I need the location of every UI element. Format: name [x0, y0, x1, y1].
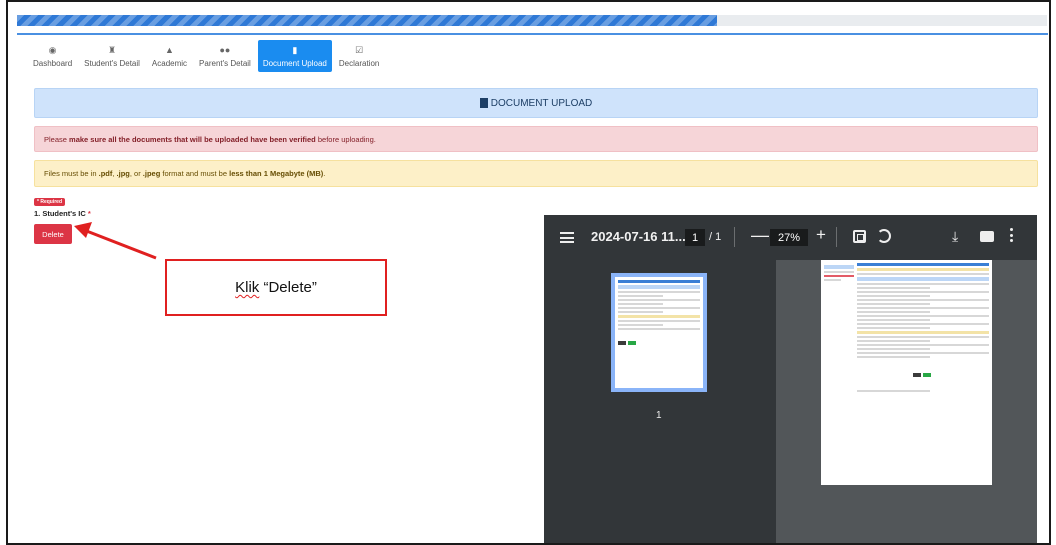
graduation-cap-icon: ▲ — [165, 44, 174, 55]
zoom-input[interactable]: 27% — [770, 229, 808, 246]
file-icon: ▮ — [292, 44, 298, 55]
thumbnail-page-number: 1 — [656, 410, 662, 421]
file-format-alert: Files must be in .pdf, .jpg, or .jpeg fo… — [34, 160, 1038, 187]
step-tabs: ◉ Dashboard ♜ Student's Detail ▲ Academi… — [28, 40, 384, 74]
rotate-icon[interactable] — [877, 229, 891, 243]
field-label-text: 1. Student's IC — [34, 209, 86, 218]
download-icon[interactable]: ⤓ — [952, 228, 958, 245]
tab-dashboard[interactable]: ◉ Dashboard — [28, 40, 77, 72]
annotation-callout: Klik “Delete” — [165, 259, 387, 316]
zoom-out-button[interactable]: — — [751, 225, 769, 246]
tab-label: Student's Detail — [84, 58, 140, 68]
toolbar-divider — [836, 227, 837, 247]
section-title-text: DOCUMENT UPLOAD — [490, 97, 593, 109]
toolbar-divider — [734, 227, 735, 247]
document-icon — [479, 98, 488, 108]
progress-bar — [17, 15, 1047, 26]
zoom-in-button[interactable]: + — [816, 225, 826, 245]
progress-bar-fill — [17, 15, 718, 26]
tab-document-upload[interactable]: ▮ Document Upload — [257, 40, 332, 72]
alert-emphasis: make sure all the documents that will be… — [69, 134, 316, 144]
section-title: DOCUMENT UPLOAD — [34, 88, 1038, 118]
print-icon[interactable] — [980, 231, 994, 242]
field-label: 1. Student's IC * — [34, 209, 91, 218]
delete-button[interactable]: Delete — [34, 224, 72, 244]
alert-emphasis: .pdf — [98, 169, 113, 178]
pdf-toolbar: 2024-07-16 11... 1 / 1 — 27% + ⤓ — [544, 215, 1037, 260]
tab-label: Declaration — [338, 58, 380, 68]
menu-icon[interactable] — [560, 232, 574, 243]
alert-text: . — [323, 169, 326, 178]
alert-text: , or — [129, 169, 143, 178]
page-thumbnail[interactable] — [611, 273, 707, 392]
alert-text: Files must be in — [44, 169, 99, 178]
pdf-title: 2024-07-16 11... — [591, 229, 686, 244]
pdf-viewer: 2024-07-16 11... 1 / 1 — 27% + ⤓ 1 — [544, 215, 1037, 543]
scrollbar[interactable] — [1050, 33, 1051, 545]
alert-text: format and must be — [160, 169, 230, 178]
required-badge: * Required — [34, 198, 66, 206]
tab-parents-detail[interactable]: ●● Parent's Detail — [194, 40, 256, 72]
student-icon: ♜ — [107, 44, 117, 55]
pdf-page — [821, 260, 992, 485]
page-number-input[interactable]: 1 — [685, 229, 705, 246]
tab-label: Dashboard — [33, 58, 73, 68]
tab-label: Academic — [151, 58, 188, 68]
tab-label: Document Upload — [262, 58, 327, 68]
tab-students-detail[interactable]: ♜ Student's Detail — [79, 40, 145, 72]
alert-emphasis: .jpeg — [142, 169, 161, 178]
app-window: ◉ Dashboard ♜ Student's Detail ▲ Academi… — [6, 0, 1051, 545]
page-total: / 1 — [709, 231, 722, 243]
content-top-border — [17, 33, 1048, 35]
required-star: * — [87, 209, 91, 218]
clipboard-check-icon: ☑ — [355, 44, 364, 55]
verification-alert: Please make sure all the documents that … — [34, 126, 1038, 152]
thumbnail-pane: 1 — [544, 260, 776, 543]
tab-declaration[interactable]: ☑ Declaration — [334, 40, 384, 72]
more-options-icon[interactable] — [1010, 228, 1014, 245]
callout-text: “Delete” — [259, 279, 317, 296]
alert-text: Please — [44, 134, 70, 144]
tab-label: Parent's Detail — [199, 58, 251, 68]
alert-emphasis: less than 1 Megabyte (MB) — [229, 169, 324, 178]
alert-emphasis: .jpg — [116, 169, 130, 178]
fit-page-icon[interactable] — [853, 230, 866, 243]
users-icon: ●● — [219, 44, 231, 55]
tab-academic[interactable]: ▲ Academic — [147, 40, 192, 72]
callout-klik: Klik — [235, 279, 260, 296]
dashboard-icon: ◉ — [48, 44, 57, 55]
alert-text: before uploading. — [315, 134, 376, 144]
